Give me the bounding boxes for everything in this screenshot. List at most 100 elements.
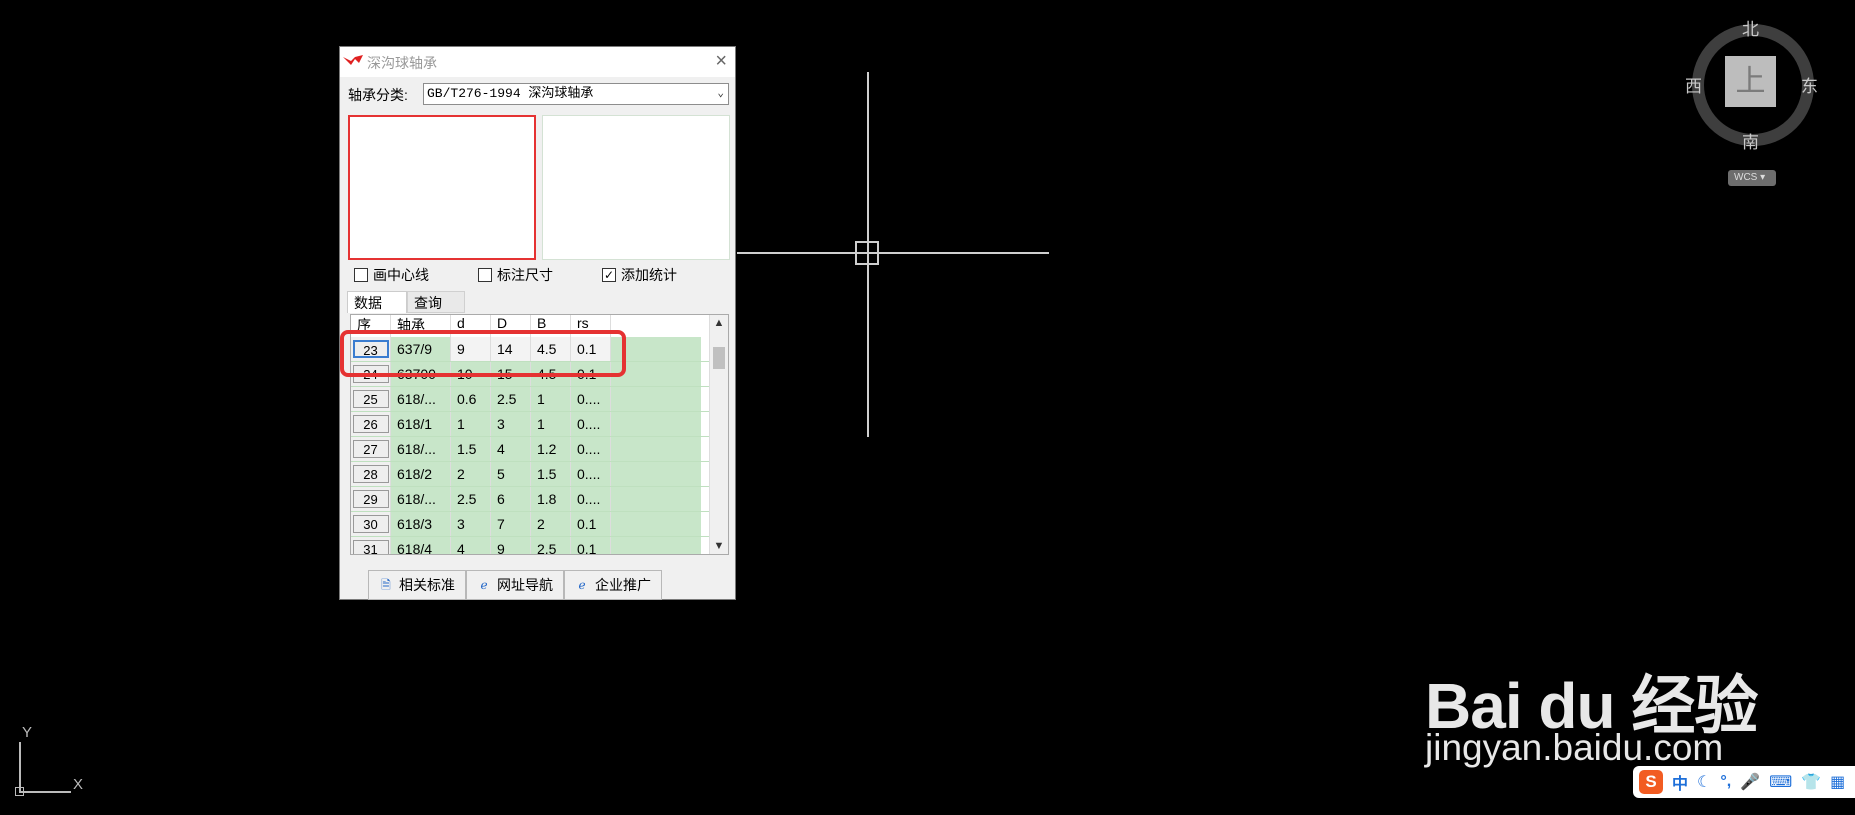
table-row[interactable]: 28 618/2 2 5 1.5 0.... xyxy=(351,462,728,487)
table-cell-B[interactable]: 1 xyxy=(531,412,571,436)
checkbox-centerline[interactable]: 画中心线 xyxy=(354,265,429,285)
table-cell-d[interactable]: 4 xyxy=(451,537,491,554)
table-cell-bearing[interactable]: 618/4 xyxy=(391,537,451,554)
table-cell-bearing[interactable]: 618/... xyxy=(391,487,451,511)
table-cell-D[interactable]: 7 xyxy=(491,512,531,536)
table-row[interactable]: 29 618/... 2.5 6 1.8 0.... xyxy=(351,487,728,512)
table-cell-rs[interactable]: 0.... xyxy=(571,412,611,436)
table-cell-d[interactable]: 1.5 xyxy=(451,437,491,461)
row-number-cell[interactable]: 26 xyxy=(351,412,391,436)
clothes-icon[interactable]: 👕 xyxy=(1801,772,1821,792)
row-number[interactable]: 31 xyxy=(352,540,389,554)
row-number-cell[interactable]: 31 xyxy=(351,537,391,554)
dialog-titlebar[interactable]: 深沟球轴承 × xyxy=(340,47,735,77)
category-select[interactable]: GB/T276-1994 深沟球轴承 ⌄ xyxy=(423,83,729,105)
close-icon[interactable]: × xyxy=(715,50,727,73)
viewcube-west[interactable]: 西 xyxy=(1685,72,1702,97)
viewcube-north[interactable]: 北 xyxy=(1742,15,1759,40)
viewcube-south[interactable]: 南 xyxy=(1742,128,1759,153)
table-cell-B[interactable]: 2 xyxy=(531,512,571,536)
scroll-thumb[interactable] xyxy=(713,347,725,369)
table-row[interactable]: 27 618/... 1.5 4 1.2 0.... xyxy=(351,437,728,462)
row-number-cell[interactable]: 25 xyxy=(351,387,391,411)
chevron-down-icon[interactable]: ⌄ xyxy=(717,84,724,104)
crosshair-horizontal xyxy=(737,252,1049,254)
dialog-title: 深沟球轴承 xyxy=(367,55,437,71)
row-number-cell[interactable]: 30 xyxy=(351,512,391,536)
ime-toolbar[interactable]: S 中 ☾ °, 🎤 ⌨ 👕 ▦ xyxy=(1633,766,1855,798)
table-cell-rs[interactable]: 0.1 xyxy=(571,537,611,554)
row-number[interactable]: 27 xyxy=(352,440,389,458)
table-cell-rs[interactable]: 0.... xyxy=(571,487,611,511)
row-number-cell[interactable]: 29 xyxy=(351,487,391,511)
bearing-dialog: 深沟球轴承 × 轴承分类: GB/T276-1994 深沟球轴承 ⌄ 画中心线 … xyxy=(339,46,736,600)
dialog-button-bar: 🗎 相关标准 ℯ 网址导航 ℯ 企业推广 xyxy=(368,570,662,600)
table-cell-D[interactable]: 6 xyxy=(491,487,531,511)
menu-grid-icon[interactable]: ▦ xyxy=(1830,772,1845,792)
ucs-y-label: Y xyxy=(22,724,33,741)
table-cell-rs[interactable]: 0.... xyxy=(571,387,611,411)
table-cell-d[interactable]: 3 xyxy=(451,512,491,536)
related-standards-button[interactable]: 🗎 相关标准 xyxy=(368,570,466,600)
tab-query[interactable]: 查询 xyxy=(407,291,465,313)
table-cell-filler xyxy=(611,462,701,486)
moon-icon[interactable]: ☾ xyxy=(1697,772,1711,792)
row-number-cell[interactable]: 27 xyxy=(351,437,391,461)
table-cell-d[interactable]: 2 xyxy=(451,462,491,486)
baidu-watermark-url: jingyan.baidu.com xyxy=(1425,727,1724,768)
row-number[interactable]: 28 xyxy=(352,465,389,483)
table-cell-filler xyxy=(611,487,701,511)
grid-scrollbar[interactable]: ▲ ▼ xyxy=(709,315,728,554)
table-cell-bearing[interactable]: 618/1 xyxy=(391,412,451,436)
sogou-logo-icon[interactable]: S xyxy=(1639,770,1663,794)
checkbox-box[interactable] xyxy=(478,268,492,282)
table-cell-rs[interactable]: 0.1 xyxy=(571,512,611,536)
table-cell-D[interactable]: 4 xyxy=(491,437,531,461)
keyboard-icon[interactable]: ⌨ xyxy=(1769,772,1792,792)
table-cell-bearing[interactable]: 618/... xyxy=(391,387,451,411)
table-cell-bearing[interactable]: 618/... xyxy=(391,437,451,461)
viewcube-east[interactable]: 东 xyxy=(1801,72,1818,97)
checkbox-dimension[interactable]: 标注尺寸 xyxy=(478,265,553,285)
table-cell-d[interactable]: 1 xyxy=(451,412,491,436)
row-number[interactable]: 30 xyxy=(352,515,389,533)
company-promotion-button[interactable]: ℯ 企业推广 xyxy=(564,570,662,600)
punctuation-icon[interactable]: °, xyxy=(1720,773,1731,791)
row-number[interactable]: 29 xyxy=(352,490,389,508)
table-cell-bearing[interactable]: 618/2 xyxy=(391,462,451,486)
table-cell-bearing[interactable]: 618/3 xyxy=(391,512,451,536)
table-row[interactable]: 30 618/3 3 7 2 0.1 xyxy=(351,512,728,537)
table-cell-rs[interactable]: 0.... xyxy=(571,437,611,461)
viewcube-top-face[interactable]: 上 xyxy=(1725,56,1776,107)
table-row[interactable]: 25 618/... 0.6 2.5 1 0.... xyxy=(351,387,728,412)
checkbox-box[interactable] xyxy=(354,268,368,282)
row-number-cell[interactable]: 28 xyxy=(351,462,391,486)
checkbox-statistics[interactable]: ✓ 添加统计 xyxy=(602,265,677,285)
annotation-highlight-box xyxy=(340,330,626,377)
web-navigation-button[interactable]: ℯ 网址导航 xyxy=(466,570,564,600)
scroll-up-icon[interactable]: ▲ xyxy=(710,317,728,329)
table-cell-B[interactable]: 1.5 xyxy=(531,462,571,486)
checkmark-icon[interactable]: ✓ xyxy=(602,268,616,282)
table-cell-D[interactable]: 5 xyxy=(491,462,531,486)
table-cell-rs[interactable]: 0.... xyxy=(571,462,611,486)
row-number[interactable]: 25 xyxy=(352,390,389,408)
table-cell-B[interactable]: 1.8 xyxy=(531,487,571,511)
scroll-down-icon[interactable]: ▼ xyxy=(710,540,728,552)
table-cell-D[interactable]: 9 xyxy=(491,537,531,554)
microphone-icon[interactable]: 🎤 xyxy=(1740,772,1760,792)
ime-mode[interactable]: 中 xyxy=(1672,770,1688,794)
table-cell-B[interactable]: 1 xyxy=(531,387,571,411)
row-number[interactable]: 26 xyxy=(352,415,389,433)
table-cell-filler xyxy=(611,437,701,461)
tab-data[interactable]: 数据 xyxy=(347,291,407,313)
table-cell-D[interactable]: 2.5 xyxy=(491,387,531,411)
table-cell-B[interactable]: 2.5 xyxy=(531,537,571,554)
table-row[interactable]: 26 618/1 1 3 1 0.... xyxy=(351,412,728,437)
table-cell-D[interactable]: 3 xyxy=(491,412,531,436)
table-cell-d[interactable]: 2.5 xyxy=(451,487,491,511)
table-cell-B[interactable]: 1.2 xyxy=(531,437,571,461)
table-row[interactable]: 31 618/4 4 9 2.5 0.1 xyxy=(351,537,728,554)
table-cell-d[interactable]: 0.6 xyxy=(451,387,491,411)
wcs-menu-button[interactable]: WCS ▾ xyxy=(1728,170,1776,186)
